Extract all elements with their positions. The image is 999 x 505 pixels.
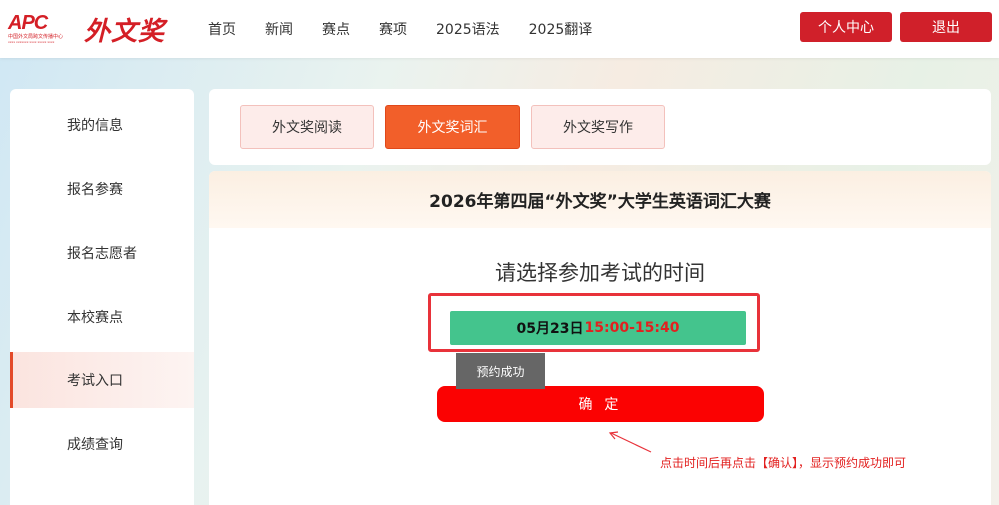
booking-success-toast: 预约成功 bbox=[456, 353, 545, 389]
logo-org-name: 中国外文局跨文传播中心 bbox=[8, 34, 64, 40]
site-logo[interactable]: APC 中国外文局跨文传播中心 xxxx xxxxxxx xxxx xxxxx … bbox=[8, 8, 183, 52]
profile-button[interactable]: 个人中心 bbox=[800, 12, 892, 42]
time-slot-button[interactable]: 05月23日 15:00-15:40 bbox=[450, 311, 746, 345]
time-slot-range: 15:00-15:40 bbox=[584, 320, 680, 336]
sidebar-item-score-query[interactable]: 成绩查询 bbox=[10, 416, 194, 472]
logo-brand-name: 外文奖 bbox=[84, 17, 166, 47]
sidebar-item-my-info[interactable]: 我的信息 bbox=[10, 97, 194, 153]
nav-events[interactable]: 赛项 bbox=[379, 19, 407, 39]
sidebar-item-school-venue[interactable]: 本校赛点 bbox=[10, 289, 194, 345]
logo-apc-mark: APC bbox=[8, 12, 48, 34]
sidebar-item-exam-entry[interactable]: 考试入口 bbox=[10, 352, 194, 408]
nav-grammar-2025[interactable]: 2025语法 bbox=[436, 19, 500, 39]
tab-vocabulary[interactable]: 外文奖词汇 bbox=[385, 105, 520, 149]
sidebar-item-volunteer[interactable]: 报名志愿者 bbox=[10, 225, 194, 281]
tab-reading[interactable]: 外文奖阅读 bbox=[240, 105, 374, 149]
contest-title: 2026年第四届“外文奖”大学生英语词汇大赛 bbox=[209, 171, 991, 228]
tab-writing[interactable]: 外文奖写作 bbox=[531, 105, 665, 149]
nav-venues[interactable]: 赛点 bbox=[322, 19, 350, 39]
sidebar-item-register[interactable]: 报名参赛 bbox=[10, 161, 194, 217]
instruction-annotation: 点击时间后再点击【确认】，显示预约成功即可 bbox=[660, 456, 907, 470]
select-time-prompt: 请选择参加考试的时间 bbox=[495, 261, 705, 285]
exam-panel: 2026年第四届“外文奖”大学生英语词汇大赛 请选择参加考试的时间 05月23日… bbox=[209, 171, 991, 505]
time-slot-date: 05月23日 bbox=[516, 321, 584, 337]
main-nav: 首页 新闻 赛点 赛项 2025语法 2025翻译 bbox=[208, 19, 621, 39]
logo-org-english: xxxx xxxxxxx xxxx xxxxx xxxx bbox=[8, 40, 55, 44]
contest-tabs: 外文奖阅读 外文奖词汇 外文奖写作 bbox=[209, 89, 991, 165]
nav-news[interactable]: 新闻 bbox=[265, 19, 293, 39]
logout-button[interactable]: 退出 bbox=[900, 12, 992, 42]
sidebar: 我的信息 报名参赛 报名志愿者 本校赛点 考试入口 成绩查询 bbox=[10, 89, 194, 505]
nav-home[interactable]: 首页 bbox=[208, 19, 236, 39]
confirm-button[interactable]: 确 定 bbox=[437, 386, 764, 422]
top-header: APC 中国外文局跨文传播中心 xxxx xxxxxxx xxxx xxxxx … bbox=[0, 0, 999, 58]
nav-translation-2025[interactable]: 2025翻译 bbox=[529, 19, 593, 39]
